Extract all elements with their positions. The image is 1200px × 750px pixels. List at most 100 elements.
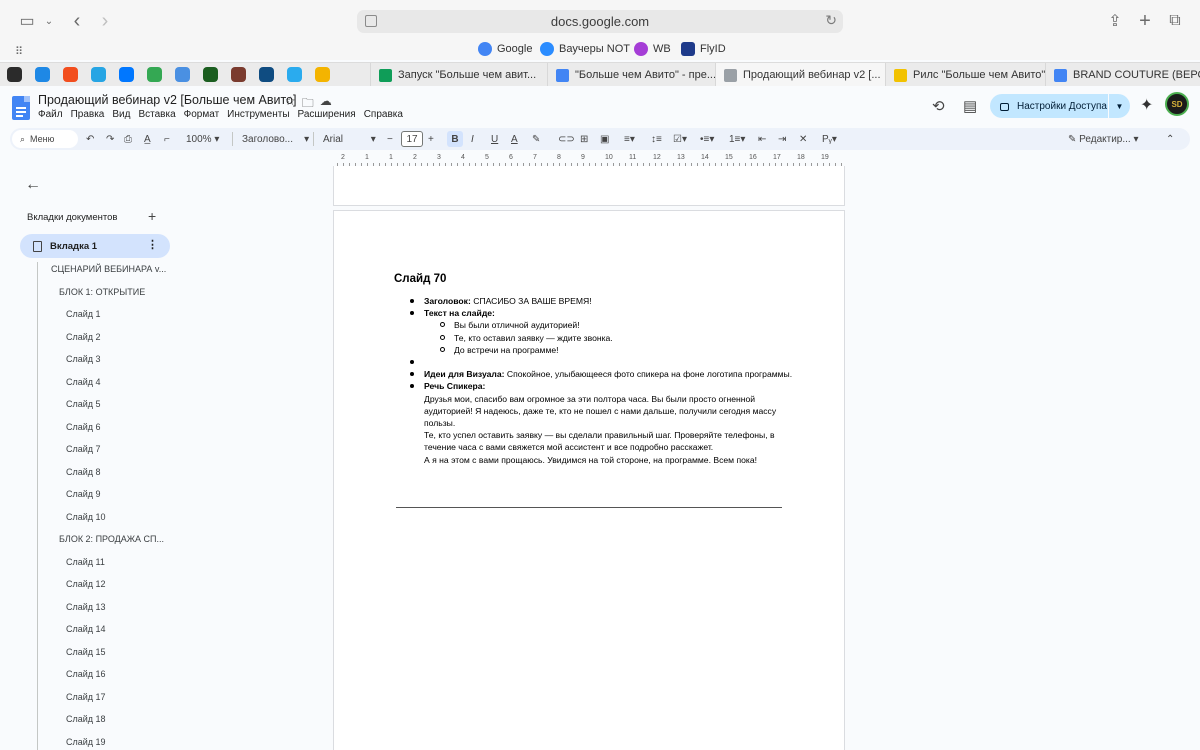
more-options-icon[interactable]: ⋮ [147,238,158,251]
outline-item[interactable]: Слайд 5 [66,399,101,409]
share-button[interactable]: Настройки Доступа ▼ [990,94,1130,118]
menu-item[interactable]: Файл [38,109,63,120]
pinned-tab-icon[interactable] [35,67,50,82]
outline-item[interactable]: Слайд 16 [66,669,106,679]
pinned-tab-icon[interactable] [315,67,330,82]
outline-item[interactable]: Слайд 12 [66,579,106,589]
bold-button[interactable]: B [447,131,463,147]
outline-item[interactable]: Слайд 9 [66,489,101,499]
tab-brand-couture[interactable]: BRAND COUTURE (ВЕРСИ... [1045,63,1200,87]
add-tab-button[interactable]: + [148,208,156,224]
font-size-input[interactable]: 17 [401,131,423,147]
align-icon[interactable]: ≡▾ [624,128,635,150]
tab-overview-icon[interactable]: ⧉ [1164,10,1186,32]
collapse-icon[interactable]: ⌃ [1166,128,1174,150]
outline-item[interactable]: Слайд 13 [66,602,106,612]
outline-item[interactable]: Слайд 14 [66,624,106,634]
back-arrow-icon[interactable]: ← [25,176,41,194]
chevron-down-icon[interactable]: ⌄ [38,10,60,32]
back-icon[interactable]: ‹ [66,10,88,32]
outline-item[interactable]: Слайд 7 [66,444,101,454]
font-select[interactable]: Arial ▾ [323,128,376,150]
input-tools-icon[interactable]: Pᵧ▾ [822,128,837,150]
edit-mode-select[interactable]: ✎ Редактир... ▾ [1068,128,1139,150]
outline-item[interactable]: Слайд 11 [66,557,105,567]
outline-item[interactable]: Слайд 8 [66,467,101,477]
outline-item[interactable]: БЛОК 1: ОТКРЫТИЕ [59,287,145,297]
address-bar[interactable]: docs.google.com ↻ [357,10,843,33]
decrease-indent-icon[interactable]: ⇤ [758,128,766,150]
menu-item[interactable]: Инструменты [227,109,289,120]
menu-item[interactable]: Формат [184,109,220,120]
outline-item[interactable]: Слайд 17 [66,692,106,702]
pinned-tab-icon[interactable] [147,67,162,82]
favorite-flyid[interactable]: FlyID [681,42,726,56]
menu-item[interactable]: Правка [71,109,105,120]
menu-item[interactable]: Справка [364,109,403,120]
undo-icon[interactable]: ↶ [86,128,94,150]
pinned-tab-icon[interactable] [119,67,134,82]
document-page[interactable]: Слайд 70 Заголовок: СПАСИБО ЗА ВАШЕ ВРЕМ… [333,210,845,750]
outline-item[interactable]: Слайд 19 [66,737,106,747]
pinned-tab-icon[interactable] [175,67,190,82]
grid-icon[interactable]: ⠿ [8,40,30,62]
history-icon[interactable]: ⟲ [932,97,945,115]
print-icon[interactable]: ⎙ [124,128,132,150]
line-spacing-icon[interactable]: ↕≡ [651,128,662,150]
favorite-google[interactable]: Google [478,42,532,56]
menu-item[interactable]: Расширения [298,109,356,120]
spellcheck-icon[interactable]: A̲ [144,128,151,150]
increase-font-icon[interactable]: + [428,128,434,150]
avatar[interactable]: SD [1165,92,1189,116]
pinned-tab-icon[interactable] [91,67,106,82]
comments-icon[interactable]: ▤ [963,97,977,115]
ruler[interactable]: 2 1 1 2 3 4 5 6 7 8 9 10 11 12 13 14 15 16 17 18 19 [333,154,845,166]
forward-icon[interactable]: › [94,10,116,32]
tab-reels[interactable]: Рилс "Больше чем Авито"... [885,63,1045,87]
outline-item[interactable]: Слайд 10 [66,512,106,522]
menu-search[interactable]: ⌕ Меню [12,130,78,148]
share-icon[interactable]: ⇪ [1104,10,1126,32]
pinned-tab-icon[interactable] [287,67,302,82]
docs-logo-icon[interactable] [12,96,30,120]
outline-item[interactable]: Слайд 18 [66,714,106,724]
comment-icon[interactable]: ⊞ [580,128,588,150]
link-icon[interactable]: ⊂⊃ [558,128,575,150]
decrease-font-icon[interactable]: − [387,128,393,150]
highlight-icon[interactable]: ✎ [532,128,540,150]
outline-item[interactable]: БЛОК 2: ПРОДАЖА СП... [59,534,164,544]
favorite-vouchers[interactable]: Ваучеры NOT [540,42,630,56]
redo-icon[interactable]: ↷ [106,128,114,150]
outline-item[interactable]: Слайд 1 [66,309,101,319]
underline-button[interactable]: U [491,128,498,150]
gemini-icon[interactable]: ✦ [1140,95,1153,115]
image-icon[interactable]: ▣ [600,128,609,150]
bulleted-list-icon[interactable]: •≡▾ [700,128,714,150]
chevron-down-icon[interactable]: ▼ [1108,94,1130,118]
pinned-tab-icon[interactable] [259,67,274,82]
menu-item[interactable]: Вставка [138,109,175,120]
tab-launch[interactable]: Запуск "Больше чем авит... [370,63,547,87]
tab-webinar-active[interactable]: Продающий вебинар v2 [... [715,63,885,87]
outline-item[interactable]: Слайд 6 [66,422,101,432]
pinned-tab-icon[interactable] [7,67,22,82]
pinned-tab-icon[interactable] [63,67,78,82]
text-color-button[interactable]: A [511,128,518,150]
clear-format-icon[interactable]: ✕ [799,128,807,150]
italic-button[interactable]: I [471,128,474,150]
menu-item[interactable]: Вид [112,109,130,120]
sidebar-toggle-icon[interactable]: ▭ [16,10,38,32]
outline-item[interactable]: Слайд 4 [66,377,101,387]
paint-format-icon[interactable]: ⌐ [164,128,170,150]
numbered-list-icon[interactable]: 1≡▾ [729,128,745,150]
style-select[interactable]: Заголово... ▾ [242,128,309,150]
zoom-select[interactable]: 100% ▾ [186,128,219,150]
favorite-wb[interactable]: WB [634,42,671,56]
increase-indent-icon[interactable]: ⇥ [778,128,786,150]
pinned-tab-icon[interactable] [231,67,246,82]
document-title[interactable]: Продающий вебинар v2 [Больше чем Авито] [38,93,296,107]
new-tab-icon[interactable]: + [1134,10,1156,32]
sidebar-tab-1[interactable]: Вкладка 1 ⋮ [20,234,170,258]
checklist-icon[interactable]: ☑▾ [673,128,687,150]
outline-item[interactable]: СЦЕНАРИЙ ВЕБИНАРА v... [51,264,166,274]
